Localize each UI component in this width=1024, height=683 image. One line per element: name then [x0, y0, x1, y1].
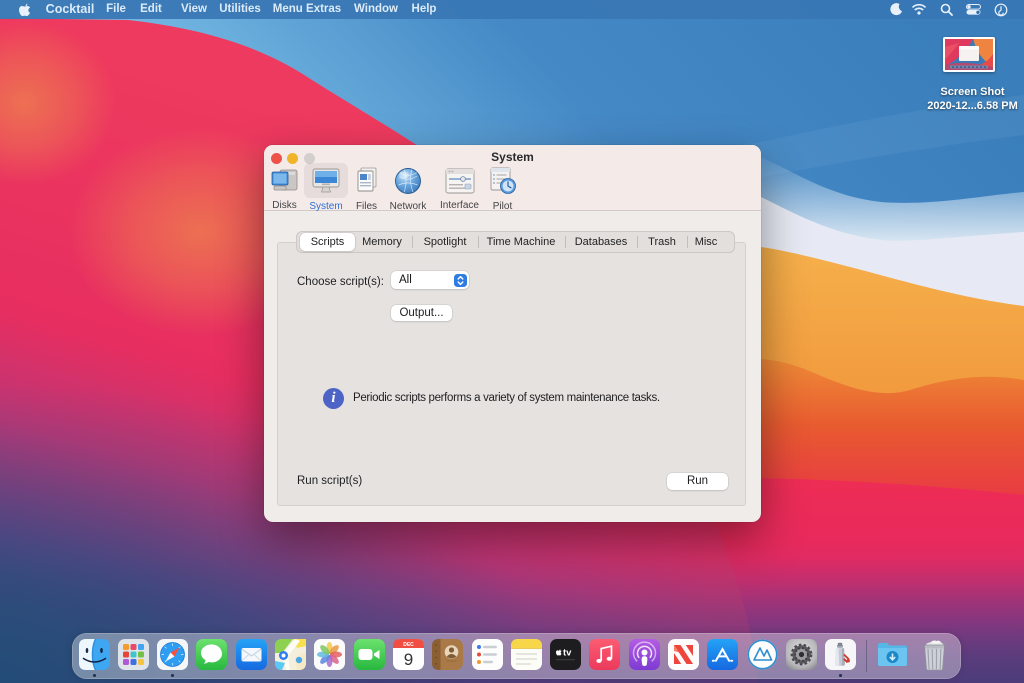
svg-text:tv: tv [563, 648, 572, 659]
svg-text:9: 9 [404, 650, 413, 669]
svg-text:DEC: DEC [403, 642, 414, 648]
